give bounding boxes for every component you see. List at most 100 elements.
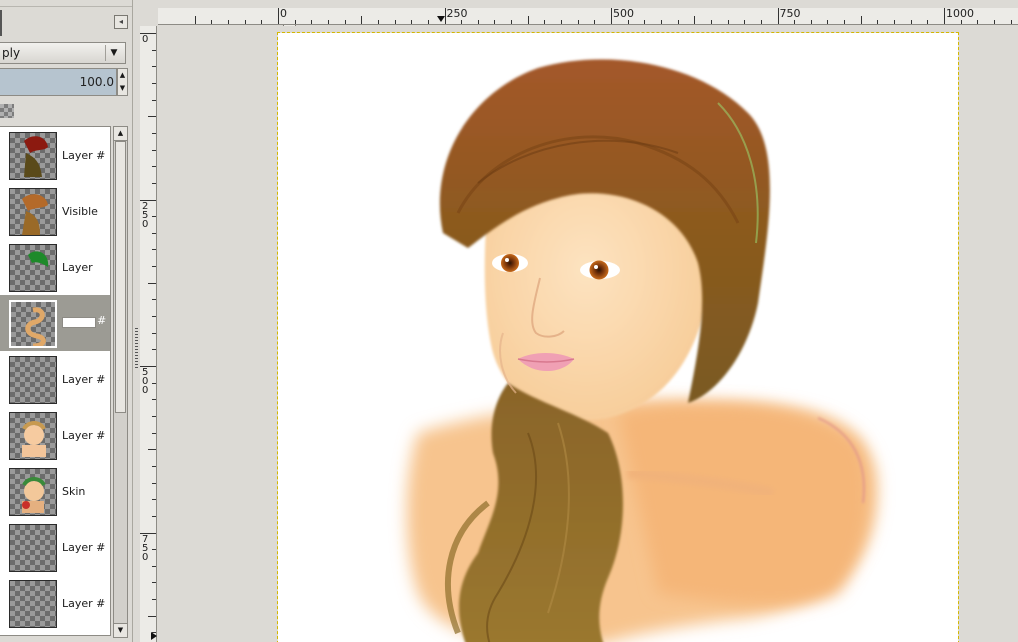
ruler-tick — [694, 16, 696, 24]
layer-thumbnail[interactable] — [9, 300, 57, 348]
ruler-tick — [152, 232, 156, 234]
layer-name[interactable]: Layer # — [62, 373, 110, 386]
ruler-tick — [278, 8, 279, 24]
ruler-tick — [152, 216, 156, 218]
layer-thumbnail[interactable] — [9, 188, 57, 236]
layer-row[interactable]: Layer # — [0, 127, 110, 183]
layer-name[interactable]: Skin — [62, 485, 110, 498]
ruler-tick — [494, 20, 496, 24]
scroll-up-icon[interactable]: ▲ — [114, 127, 127, 141]
ruler-tick — [944, 8, 945, 24]
horizontal-ruler[interactable]: 0 250 500 750 1000 — [158, 8, 1018, 25]
ruler-tick — [877, 20, 879, 24]
layer-thumbnail[interactable] — [9, 468, 57, 516]
ruler-tick — [152, 399, 156, 401]
ruler-tick — [427, 20, 429, 24]
layer-row[interactable]: # — [0, 295, 110, 351]
layer-name[interactable]: Layer # — [62, 597, 110, 610]
ruler-tick — [394, 20, 396, 24]
layer-row[interactable]: Skin — [0, 463, 110, 519]
layer-row[interactable]: Layer # — [0, 407, 110, 463]
layer-mode-dropdown[interactable]: ply ▼ — [0, 42, 126, 64]
ruler-tick — [927, 20, 929, 24]
layer-row[interactable]: Layer # — [0, 519, 110, 575]
ruler-tick — [152, 599, 156, 601]
opacity-spinner[interactable]: ▲ ▼ — [117, 68, 128, 96]
layer-name[interactable]: Layer # — [62, 541, 110, 554]
layer-rename-input[interactable] — [62, 317, 96, 328]
ruler-label: 500 — [613, 8, 634, 20]
ruler-tick — [727, 20, 729, 24]
layer-row[interactable]: Layer # — [0, 351, 110, 407]
layer-row[interactable]: Layer — [0, 239, 110, 295]
ruler-tick — [977, 20, 979, 24]
ruler-tick — [810, 20, 812, 24]
layer-thumbnail[interactable] — [9, 244, 57, 292]
ruler-tick — [152, 149, 156, 151]
ruler-tick — [148, 282, 156, 284]
ruler-tick — [993, 20, 995, 24]
ruler-label: 1000 — [946, 8, 974, 20]
scrollbar-thumb[interactable] — [115, 141, 126, 413]
ruler-tick — [860, 16, 862, 24]
dock-menu-arrow-icon[interactable]: ◂ — [114, 15, 128, 29]
ruler-tick — [910, 20, 912, 24]
chevron-down-icon[interactable]: ▼ — [105, 45, 122, 61]
ruler-tick — [677, 20, 679, 24]
opacity-slider[interactable]: 100.0 — [0, 68, 117, 96]
layer-name[interactable]: Layer # — [62, 149, 110, 162]
layers-list[interactable]: Layer # Visible Layer # Layer # Layer # Skin La… — [0, 126, 111, 636]
opacity-value: 100.0 — [79, 75, 114, 89]
spin-down-icon[interactable]: ▼ — [118, 82, 127, 95]
ruler-tick — [744, 20, 746, 24]
vertical-ruler[interactable]: 0 250 500 750 — [140, 26, 157, 642]
ruler-tick — [152, 415, 156, 417]
layers-scrollbar[interactable]: ▲ ▼ — [113, 126, 128, 638]
ruler-tick — [644, 20, 646, 24]
layer-thumbnail[interactable] — [9, 412, 57, 460]
ruler-label: 250 — [142, 200, 149, 230]
ruler-tick — [194, 16, 196, 24]
layer-thumbnail[interactable] — [9, 356, 57, 404]
lock-alpha-toggle[interactable] — [0, 104, 14, 118]
pane-resize-handle[interactable] — [135, 328, 138, 368]
ruler-tick — [148, 116, 156, 118]
ruler-label: 0 — [280, 8, 287, 20]
dock-top-edge — [0, 0, 132, 7]
portrait-painting — [406, 59, 877, 642]
layer-row[interactable]: Visible — [0, 183, 110, 239]
ruler-tick — [827, 20, 829, 24]
ruler-tick — [311, 20, 313, 24]
ruler-tick — [152, 515, 156, 517]
spin-up-icon[interactable]: ▲ — [118, 69, 127, 82]
ruler-tick — [327, 20, 329, 24]
image-canvas[interactable] — [277, 32, 959, 642]
ruler-tick — [152, 349, 156, 351]
ruler-tick — [1010, 20, 1012, 24]
ruler-tick — [152, 432, 156, 434]
ruler-tick — [152, 332, 156, 334]
ruler-tick — [777, 8, 779, 24]
layer-thumbnail[interactable] — [9, 132, 57, 180]
scroll-down-icon[interactable]: ▼ — [114, 623, 127, 637]
ruler-tick — [152, 549, 156, 551]
ruler-tick — [152, 582, 156, 584]
ruler-tick — [152, 465, 156, 467]
layer-thumbnail[interactable] — [9, 524, 57, 572]
ruler-tick — [152, 49, 156, 51]
ruler-tick — [344, 20, 346, 24]
layer-row[interactable]: Layer # — [0, 575, 110, 631]
ruler-tick — [960, 20, 962, 24]
ruler-tick — [760, 20, 762, 24]
ruler-label: 750 — [779, 8, 801, 20]
canvas-viewport[interactable] — [158, 26, 1018, 642]
layer-name[interactable]: Visible — [62, 205, 110, 218]
layer-thumbnail[interactable] — [9, 580, 57, 628]
layer-name: # — [97, 314, 107, 327]
ruler-tick — [611, 8, 612, 24]
layer-name[interactable]: Layer — [62, 261, 110, 274]
ruler-tick — [261, 20, 263, 24]
ruler-tick — [244, 20, 246, 24]
ruler-tick — [152, 482, 156, 484]
layer-name[interactable]: Layer # — [62, 429, 110, 442]
